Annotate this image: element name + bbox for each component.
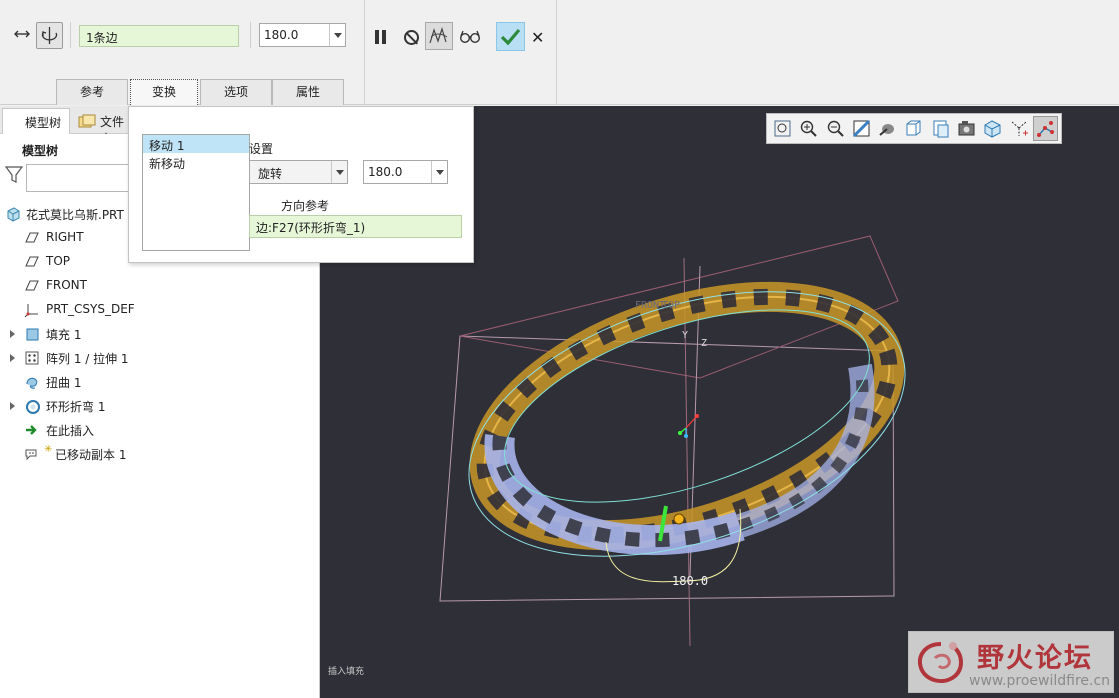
tree-item-label: 已移动副本 1 xyxy=(55,448,127,462)
model-tree-title: 模型树 xyxy=(22,144,59,158)
move-list-item[interactable]: 新移动 xyxy=(143,153,249,171)
no-preview-icon[interactable] xyxy=(404,30,419,45)
tree-item[interactable]: 填充 1 xyxy=(0,322,320,346)
warp-icon xyxy=(26,377,38,389)
filter-icon[interactable] xyxy=(5,164,23,184)
tab-model-tree-label: 模型树 xyxy=(25,116,62,130)
datum-label-front: FRONT xyxy=(635,300,665,311)
move-list-item[interactable]: 移动 1 xyxy=(143,135,249,153)
transformations-panel: 移动 1 新移动 设置 旋转 180.0 方向参考 边:F27(环形折弯_1) xyxy=(128,106,474,263)
part-icon xyxy=(7,207,20,222)
move-type-select[interactable]: 旋转 xyxy=(249,160,348,184)
direction-reference-field[interactable]: 边:F27(环形折弯_1) xyxy=(249,215,462,238)
forum-logo xyxy=(918,642,963,684)
dashboard-control-group: ✕ xyxy=(365,0,557,105)
tab-folder-browser[interactable]: 文件夹 xyxy=(72,108,130,134)
tree-item-label: 填充 1 xyxy=(46,328,82,342)
datum-label-z: Z xyxy=(701,338,707,349)
dashboard: 1条边 180.0 参考 变换 选项 属性 ✕ xyxy=(0,0,1119,105)
expand-arrow-icon[interactable] xyxy=(10,354,15,362)
tree-root-label: 花式莫比乌斯.PRT xyxy=(26,208,124,222)
tree-item-label: 阵列 1 / 拉伸 1 xyxy=(46,352,129,366)
tab-transformations[interactable]: 变换 xyxy=(130,79,198,105)
datum-plane-icon xyxy=(25,232,39,243)
fill-icon xyxy=(26,328,39,341)
datum-label-y: Y xyxy=(682,330,688,341)
divider xyxy=(70,22,71,48)
csys-icon xyxy=(24,304,38,318)
watermark-url: www.proewildfire.cn xyxy=(969,673,1111,689)
tree-item-label: TOP xyxy=(46,254,71,268)
tree-item[interactable]: PRT_CSYS_DEF xyxy=(0,298,320,322)
move-type-arrows-icon[interactable] xyxy=(12,24,32,44)
divider xyxy=(250,22,251,48)
tree-item-label: FRONT xyxy=(46,278,87,292)
angle-value: 180.0 xyxy=(264,28,299,42)
chevron-down-icon[interactable] xyxy=(329,24,345,46)
status-text: 插入填充 xyxy=(328,667,365,677)
folder-icon xyxy=(78,114,96,128)
tree-item[interactable]: 在此插入 xyxy=(0,418,320,442)
datum-plane-icon xyxy=(25,280,39,291)
watermark-title: 野火论坛 xyxy=(977,643,1093,674)
tree-item[interactable]: 扭曲 1 xyxy=(0,370,320,394)
asterisk-marker-icon: ✳ xyxy=(44,444,53,455)
tree-item-label: 扭曲 1 xyxy=(46,376,82,390)
rotation-dimension-label[interactable]: 180.0 xyxy=(672,574,708,588)
tree-item-label: PRT_CSYS_DEF xyxy=(46,302,135,316)
settings-label: 设置 xyxy=(249,142,274,156)
rotation-angle-value: 180.0 xyxy=(368,165,403,179)
tree-item[interactable]: FRONT xyxy=(0,274,320,298)
expand-arrow-icon[interactable] xyxy=(10,330,15,338)
tab-properties[interactable]: 属性 xyxy=(272,79,344,105)
watermark: 野火论坛 www.proewildfire.cn xyxy=(908,631,1114,693)
tree-item-label: 在此插入 xyxy=(46,424,95,438)
cancel-close-icon[interactable]: ✕ xyxy=(531,28,544,47)
moved-copy-icon xyxy=(25,449,37,461)
expand-arrow-icon[interactable] xyxy=(10,402,15,410)
direction-reference-label: 方向参考 xyxy=(281,199,330,213)
rotation-angle-combo[interactable]: 180.0 xyxy=(363,160,448,184)
tab-folder-label: 文件夹 xyxy=(100,115,125,134)
chevron-down-icon[interactable] xyxy=(431,161,447,183)
ok-button[interactable] xyxy=(496,22,525,51)
chevron-down-icon[interactable] xyxy=(331,161,347,183)
tab-references[interactable]: 参考 xyxy=(56,79,128,105)
tree-item[interactable]: 环形折弯 1 xyxy=(0,394,320,418)
dashboard-tabs: 参考 变换 选项 属性 xyxy=(56,79,344,105)
reference-collector-field[interactable]: 1条边 xyxy=(79,25,239,47)
pattern-icon xyxy=(25,351,39,365)
checkmark-icon xyxy=(500,28,521,46)
verify-preview-button[interactable] xyxy=(425,22,453,50)
move-type-value: 旋转 xyxy=(258,167,283,181)
tree-search-input[interactable] xyxy=(26,164,136,192)
tree-item[interactable]: ✳ 已移动副本 1 xyxy=(0,442,320,466)
tree-item-label: 环形折弯 1 xyxy=(46,400,106,414)
pause-icon[interactable] xyxy=(375,30,389,44)
move-list: 移动 1 新移动 xyxy=(142,134,250,251)
tree-item[interactable]: 阵列 1 / 拉伸 1 xyxy=(0,346,320,370)
feature-preview-icon xyxy=(429,27,448,44)
dashboard-main-group: 1条边 180.0 参考 变换 选项 属性 xyxy=(0,0,365,105)
toroidal-bend-icon xyxy=(26,400,40,414)
tab-options[interactable]: 选项 xyxy=(200,79,272,105)
rotate-move-button[interactable] xyxy=(36,22,63,49)
datum-label-top: TOP xyxy=(662,300,680,311)
tree-item-label: RIGHT xyxy=(46,230,84,244)
tab-model-tree[interactable]: 模型树 xyxy=(2,108,70,134)
angle-value-combo[interactable]: 180.0 xyxy=(259,23,346,47)
insert-here-arrow-icon xyxy=(26,425,37,435)
datum-plane-icon xyxy=(25,256,39,267)
glasses-icon[interactable] xyxy=(459,27,481,45)
rotate-icon xyxy=(41,27,58,44)
